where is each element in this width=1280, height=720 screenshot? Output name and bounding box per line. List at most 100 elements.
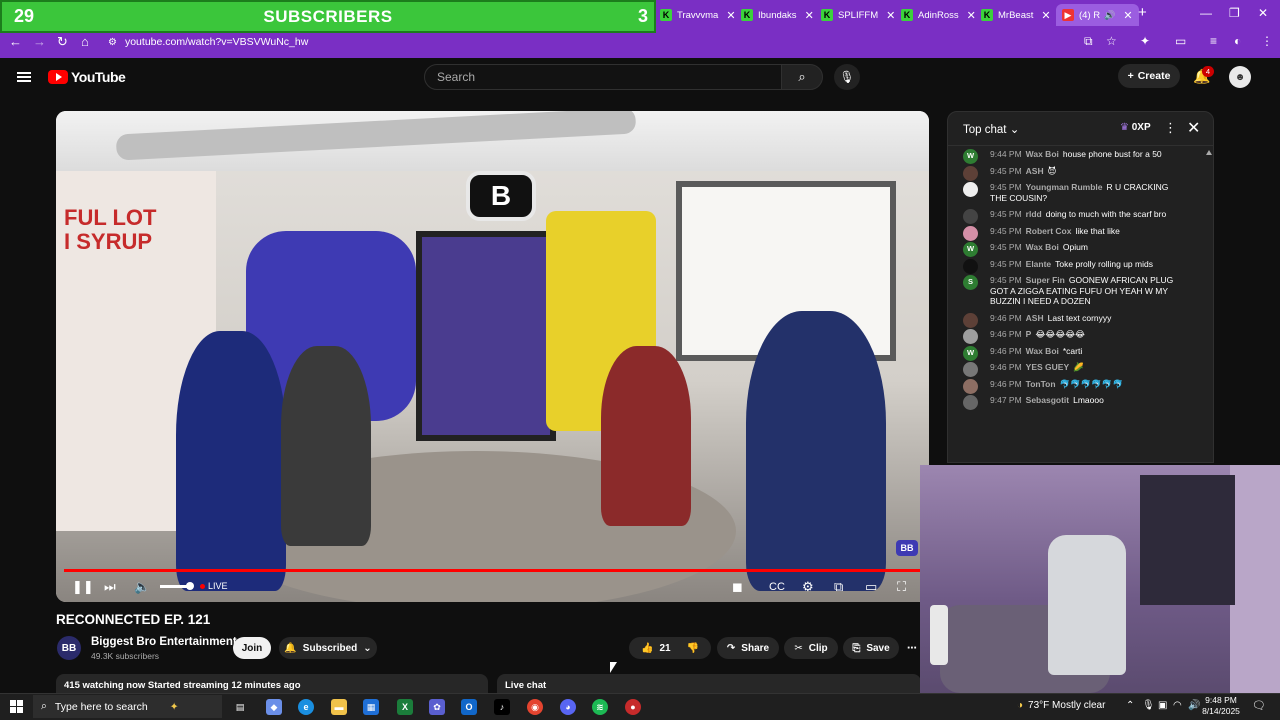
search-icon[interactable]: ⌕ — [781, 64, 823, 90]
store-icon[interactable]: ▦ — [363, 699, 379, 715]
clip-button[interactable]: ✂ Clip — [784, 637, 838, 659]
chat-message[interactable]: S 9:45 PM Super Fin GOONEW AFRICAN PLUG GOT… — [948, 272, 1213, 310]
chat-message[interactable]: 9:45 PM Youngman Rumble R U CRACKING THE C… — [948, 179, 1213, 206]
search-input[interactable]: Search — [424, 64, 782, 90]
chat-message[interactable]: 9:46 PM ASH Last text cornyyy — [948, 310, 1213, 328]
chat-username[interactable]: Wax Boi — [1026, 242, 1059, 252]
chat-username[interactable]: ASH — [1026, 313, 1044, 323]
address-bar[interactable]: ⚙ youtube.com/watch?v=VBSVWuNc_hw — [108, 33, 1068, 51]
chat-username[interactable]: TonTon — [1026, 379, 1056, 389]
browser-tab[interactable]: K AdinRoss ✕ — [901, 4, 976, 26]
chat-message[interactable]: 9:45 PM ASH 😈 — [948, 163, 1213, 181]
autoplay-toggle-icon[interactable]: ◼ — [732, 579, 743, 595]
browser-tab[interactable]: K MrBeast ✕ — [981, 4, 1051, 26]
share-button[interactable]: ↷ Share — [717, 637, 779, 659]
chrome-icon[interactable]: ◉ — [527, 699, 543, 715]
taskbar-clock[interactable]: 9:48 PM 8/14/2025 — [1200, 695, 1242, 717]
back-icon[interactable]: ← — [9, 34, 22, 49]
chat-username[interactable]: Sebasgotit — [1026, 395, 1069, 405]
miniplayer-icon[interactable]: ⧉ — [834, 579, 843, 595]
close-icon[interactable]: ✕ — [726, 9, 735, 22]
extensions-icon[interactable]: ✦ — [1140, 34, 1150, 48]
app-icon[interactable]: ✿ — [429, 699, 445, 715]
chat-username[interactable]: Super Fin — [1026, 275, 1065, 285]
chat-username[interactable]: YES GUEY — [1026, 362, 1069, 372]
chat-message[interactable]: W 9:46 PM Wax Boi *carti — [948, 343, 1213, 361]
chat-more-icon[interactable]: ⋮ — [1164, 120, 1177, 136]
chat-message[interactable]: 9:46 PM YES GUEY 🌽 — [948, 359, 1213, 377]
chat-username[interactable]: P — [1026, 329, 1032, 339]
save-button[interactable]: ⎘ Save — [843, 637, 899, 659]
chat-message[interactable]: 9:45 PM Robert Cox like that like — [948, 223, 1213, 241]
live-progress-bar[interactable] — [64, 569, 922, 572]
youtube-logo[interactable]: YouTube — [48, 69, 126, 85]
speaker-icon[interactable]: 🔊 — [1104, 10, 1115, 21]
create-button[interactable]: + Create — [1118, 64, 1180, 88]
close-icon[interactable]: ✕ — [805, 9, 814, 22]
install-app-icon[interactable]: ⧉ — [1084, 34, 1093, 49]
network-icon[interactable]: ▣ — [1158, 700, 1167, 711]
maximize-icon[interactable]: ❐ — [1229, 6, 1240, 20]
chat-message[interactable]: 9:45 PM rldd doing to much with the scarf … — [948, 206, 1213, 224]
site-info-icon[interactable]: ⚙ — [108, 37, 117, 48]
account-avatar[interactable]: ☻ — [1229, 66, 1251, 88]
close-icon[interactable]: ✕ — [967, 9, 976, 22]
xbox-icon[interactable]: X — [397, 699, 413, 715]
weather-widget[interactable]: ◑ 73°F Mostly clear — [1017, 700, 1105, 711]
chat-user-avatar[interactable]: S — [963, 275, 978, 290]
chat-message[interactable]: 9:45 PM Elante Toke prolly rolling up mids — [948, 256, 1213, 274]
browser-tab[interactable]: K SPLIFFM ✕ — [821, 4, 895, 26]
task-view-icon[interactable]: ▤ — [232, 699, 248, 715]
minimize-icon[interactable]: — — [1200, 6, 1212, 20]
reload-icon[interactable]: ↻ — [57, 34, 68, 50]
tiktok-icon[interactable]: ♪ — [494, 699, 510, 715]
chat-xp-badge[interactable]: ♛ 0XP — [1120, 122, 1151, 133]
chat-username[interactable]: rldd — [1026, 209, 1042, 219]
volume-tray-icon[interactable]: 🔊 — [1188, 700, 1200, 711]
chat-username[interactable]: Robert Cox — [1026, 226, 1072, 236]
new-tab-icon[interactable]: + — [1138, 4, 1147, 21]
chat-username[interactable]: ASH — [1026, 166, 1044, 176]
live-label[interactable]: LIVE — [208, 581, 228, 591]
more-actions-icon[interactable]: ⋯ — [904, 637, 920, 659]
chat-username[interactable]: Youngman Rumble — [1026, 182, 1103, 192]
chat-username[interactable]: Wax Boi — [1026, 346, 1059, 356]
chat-mode-dropdown[interactable]: Top chat ⌄ — [963, 122, 1019, 136]
browser-menu-icon[interactable]: ⋮ — [1261, 34, 1273, 48]
captions-icon[interactable]: CC — [769, 581, 785, 593]
pause-icon[interactable]: ❚❚ — [72, 579, 94, 595]
wifi-icon[interactable]: ◠ — [1173, 700, 1182, 711]
close-icon[interactable]: ✕ — [886, 9, 895, 22]
chat-message[interactable]: W 9:45 PM Wax Boi Opium — [948, 239, 1213, 257]
reading-list-icon[interactable]: ≡ — [1210, 34, 1217, 48]
discord-icon[interactable]: ◕ — [560, 699, 576, 715]
chat-user-avatar[interactable] — [963, 182, 978, 197]
file-explorer-icon[interactable]: ▬ — [331, 699, 347, 715]
channel-avatar[interactable]: BB — [57, 636, 81, 660]
taskbar-search[interactable]: ⌕ Type here to search ✦ — [33, 695, 222, 718]
outlook-icon[interactable]: O — [461, 699, 477, 715]
profile-icon[interactable]: ◐ — [1234, 34, 1241, 48]
video-player[interactable]: FUL LOT I SYRUP B — [56, 111, 929, 602]
subscribed-button[interactable]: 🔔 Subscribed ⌄ — [279, 637, 377, 659]
dislike-button[interactable]: 👎 — [687, 643, 699, 654]
close-icon[interactable]: ✕ — [1187, 118, 1200, 138]
volume-knob[interactable] — [186, 582, 194, 590]
microphone-tray-icon[interactable]: 🎙 — [1142, 700, 1155, 711]
fullscreen-icon[interactable]: ⛶ — [897, 579, 906, 595]
channel-watermark[interactable]: BB — [896, 540, 918, 556]
sidebar-icon[interactable]: ▭ — [1175, 34, 1186, 48]
app-red-icon[interactable]: ● — [625, 699, 641, 715]
chat-message-list[interactable]: W 9:44 PM Wax Boi house phone bust for a 50… — [948, 146, 1213, 410]
browser-tab[interactable]: K Travvvma ✕ — [660, 4, 736, 26]
next-icon[interactable]: ⏭ — [104, 579, 116, 595]
chat-user-avatar[interactable] — [963, 395, 978, 410]
like-button[interactable]: 👍 21 — [641, 643, 671, 654]
settings-gear-icon[interactable]: ⚙ — [802, 579, 814, 595]
hamburger-menu-icon[interactable] — [17, 72, 31, 82]
notification-center-icon[interactable]: 🗨 — [1252, 699, 1266, 712]
home-icon[interactable]: ⌂ — [81, 34, 89, 49]
chat-username[interactable]: Wax Boi — [1026, 149, 1059, 159]
channel-name[interactable]: Biggest Bro Entertainment — [91, 636, 237, 648]
microphone-icon[interactable]: 🎙 — [834, 64, 860, 90]
